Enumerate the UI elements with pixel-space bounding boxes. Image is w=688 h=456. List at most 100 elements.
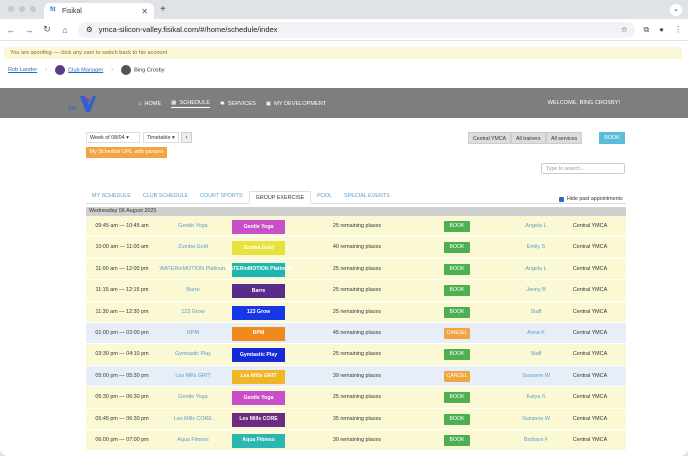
staff-link[interactable]: Jenny B [508, 280, 564, 301]
class-badge[interactable]: Les Mills CORE [232, 412, 285, 427]
checkbox-icon[interactable] [559, 196, 564, 202]
staff-link[interactable]: Katya S [508, 387, 564, 408]
class-badge[interactable]: Gymtastic Play [232, 348, 285, 363]
class-name-link[interactable]: WATERinMOTION Platinum [158, 259, 228, 280]
staff-link[interactable]: Barbara F [508, 430, 564, 451]
book-button[interactable]: BOOK [444, 434, 470, 446]
tab-search-icon[interactable]: ⌄ [670, 4, 682, 16]
book-button[interactable]: BOOK [444, 413, 470, 425]
schedule-tabs: MY SCHEDULE CLUB SCHEDULE COURT SPORTS GROU… [86, 190, 626, 204]
nav-home[interactable]: ⌂ HOME [138, 100, 161, 108]
tab-group-exercise[interactable]: GROUP EXERCISE [248, 191, 312, 204]
class-badge[interactable]: 123 Grow [232, 305, 285, 320]
reload-icon[interactable]: ↻ [42, 24, 52, 35]
class-name-link[interactable]: RPM [158, 323, 228, 344]
spoof-banner[interactable]: You are spoofing — click any user to swi… [4, 47, 682, 59]
class-badge[interactable]: WATERinMOTION Platinum [225, 262, 292, 277]
trainers-filter[interactable]: All trainers [511, 132, 546, 144]
class-name-link[interactable]: Les Mills GRIT [158, 366, 228, 387]
book-button[interactable]: BOOK [444, 263, 470, 275]
staff-link[interactable]: Suzanne W [508, 366, 564, 387]
services-filter[interactable]: All services [546, 132, 583, 144]
class-name-link[interactable]: Barre [158, 280, 228, 301]
tab-special-events[interactable]: SPECIAL EVENTS [338, 190, 396, 203]
book-button[interactable]: BOOK [444, 221, 470, 232]
hide-past-toggle[interactable]: Hide past appointments [559, 196, 623, 202]
tab-title: Fisikal [62, 7, 82, 15]
staff-link[interactable]: Emily S [508, 237, 564, 258]
search-input[interactable]: Type to search... [541, 163, 625, 174]
tab-club-schedule[interactable]: CLUB SCHEDULE [137, 190, 194, 203]
class-name-link[interactable]: Aqua Fitness [158, 430, 228, 451]
breadcrumb-user-link[interactable]: Rob Lander [8, 67, 37, 73]
schedule-url-button[interactable]: My Schedule URL with params [86, 147, 167, 158]
browser-tab[interactable]: fit Fisikal ✕ [44, 3, 154, 19]
nav-services[interactable]: ✱ SERVICES [220, 100, 256, 108]
nav-schedule[interactable]: ▦ SCHEDULE [171, 100, 210, 108]
tab-court-sports[interactable]: COURT SPORTS [194, 190, 249, 203]
bookmark-star-icon[interactable]: ☆ [621, 25, 628, 34]
class-name-link[interactable]: Gentle Yoga [158, 387, 228, 408]
maximize-window-icon[interactable] [30, 6, 36, 12]
staff-link[interactable]: Anna K [508, 323, 564, 344]
class-row: 11:00 am — 12:00 pm WATERinMOTION Platinu… [86, 258, 626, 281]
staff-link[interactable]: Staff [508, 302, 564, 323]
breadcrumb-role[interactable]: Club Manager [55, 65, 103, 75]
cancel-button[interactable]: CANCEL [444, 327, 470, 339]
book-button[interactable]: BOOK [599, 132, 625, 144]
class-name-link[interactable]: Zumba Gold [158, 237, 228, 258]
back-icon[interactable]: ← [6, 25, 16, 35]
book-button[interactable]: BOOK [444, 306, 470, 318]
class-badge[interactable]: Les Mills GRIT [232, 369, 285, 384]
cancel-button[interactable]: CANCEL [444, 370, 470, 382]
home-icon[interactable]: ⌂ [60, 25, 70, 35]
page-content: You are spoofing — click any user to swi… [0, 41, 688, 456]
staff-link[interactable]: Staff [508, 344, 564, 365]
class-time: 05:00 pm — 05:30 pm [95, 372, 149, 379]
book-button[interactable]: BOOK [444, 285, 470, 297]
class-badge[interactable]: Aqua Fitness [232, 433, 285, 448]
class-name-link[interactable]: 123 Grow [158, 302, 228, 323]
ymca-logo-icon[interactable]: the [68, 95, 96, 113]
profile-icon[interactable]: ● [659, 25, 664, 34]
class-badge[interactable]: Gentle Yoga [232, 220, 285, 234]
class-name-link[interactable]: Gymtastic Play [158, 344, 228, 365]
class-list: 09:45 am — 10:45 am Gentle Yoga Gentle Yog… [86, 216, 626, 452]
new-tab-icon[interactable]: + [160, 4, 166, 15]
tab-pool[interactable]: POOL [311, 190, 338, 203]
site-header: the ⌂ HOME ▦ SCHEDULE ✱ SERVICES ▣ MY DEVELO… [0, 88, 688, 118]
site-info-icon[interactable]: ⚙ [86, 25, 93, 34]
staff-link[interactable]: Angela L [508, 259, 564, 280]
class-row: 03:30 pm — 04:10 pm Gymtastic Play Gymtast… [86, 344, 626, 366]
book-button[interactable]: BOOK [444, 349, 470, 361]
view-select[interactable]: Timetable ▾ [143, 132, 179, 143]
breadcrumb-role-link[interactable]: Club Manager [68, 67, 103, 73]
location-filter[interactable]: Central YMCA [468, 132, 512, 144]
book-button[interactable]: BOOK [444, 242, 470, 254]
menu-icon[interactable]: ⋮ [674, 25, 682, 34]
staff-link[interactable]: Suzanne W [508, 409, 564, 430]
minimize-window-icon[interactable] [19, 6, 25, 12]
home-icon: ⌂ [138, 101, 142, 107]
welcome-text[interactable]: WELCOME, BING CROSBY! [548, 100, 620, 106]
class-name-link[interactable]: Gentle Yoga [158, 216, 228, 237]
nav-development[interactable]: ▣ MY DEVELOPMENT [266, 100, 326, 108]
staff-link[interactable]: Angela L [508, 216, 564, 237]
address-bar[interactable]: ⚙ ymca-silicon-valley.fisikal.com/#/home… [78, 21, 636, 38]
class-location: Central YMCA [572, 223, 608, 229]
next-week-button[interactable]: › [181, 132, 192, 143]
forward-icon[interactable]: → [24, 25, 34, 35]
close-tab-icon[interactable]: ✕ [141, 7, 148, 16]
class-badge[interactable]: RPM [232, 326, 285, 341]
close-window-icon[interactable] [8, 6, 14, 12]
url-text[interactable]: ymca-silicon-valley.fisikal.com/#/home/s… [99, 25, 615, 34]
class-badge[interactable]: Zumba Gold [232, 241, 285, 256]
book-button[interactable]: BOOK [444, 392, 470, 404]
class-location: Central YMCA [572, 351, 608, 358]
tab-my-schedule[interactable]: MY SCHEDULE [86, 190, 137, 203]
class-name-link[interactable]: Les Mills CORE [158, 409, 228, 430]
class-badge[interactable]: Gentle Yoga [232, 391, 285, 406]
week-select[interactable]: Week of 08/04 ▾ [86, 132, 140, 143]
class-badge[interactable]: Barre [232, 284, 285, 299]
extensions-icon[interactable]: ⧉ [643, 25, 649, 35]
